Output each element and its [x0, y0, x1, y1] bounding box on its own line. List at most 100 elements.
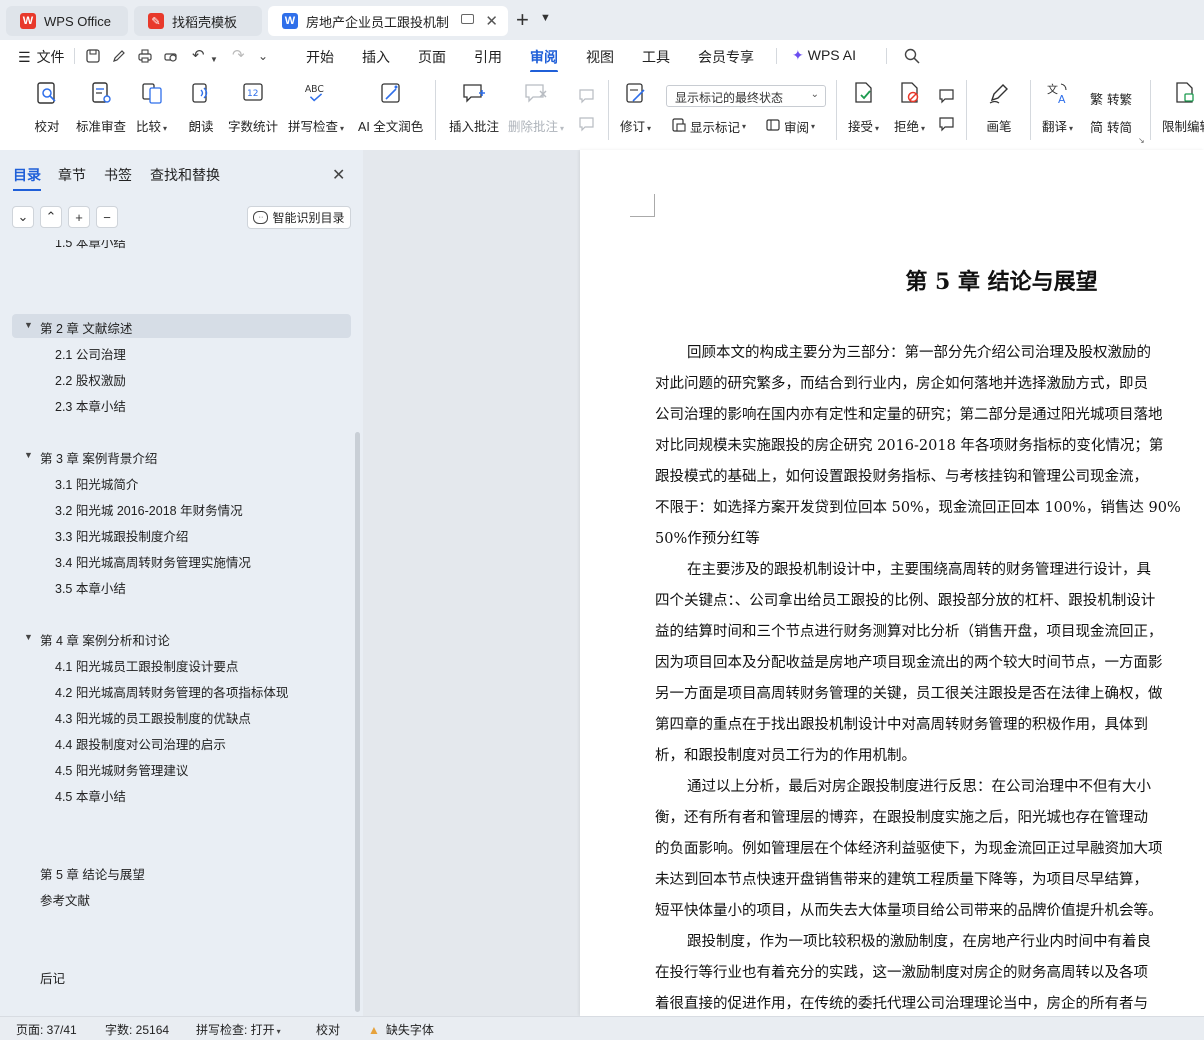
toc-item[interactable]: 后记	[40, 968, 65, 987]
nav-tab-find-replace[interactable]: 查找和替换	[150, 165, 220, 185]
menu-member[interactable]: 会员专享	[698, 47, 754, 67]
remove-heading-button[interactable]: −	[96, 206, 118, 228]
toc-item[interactable]: 4.3 阳光城的员工跟投制度的优缺点	[55, 708, 251, 727]
tab-template[interactable]: ✎ 找稻壳模板	[134, 6, 262, 36]
insert-comment-button[interactable]: 插入批注	[449, 80, 499, 135]
toc-item[interactable]: 3.4 阳光城高周转财务管理实施情况	[55, 552, 251, 571]
toc-item[interactable]: 4.1 阳光城员工跟投制度设计要点	[55, 656, 238, 675]
nav-tab-toc[interactable]: 目录	[13, 165, 41, 191]
translate-button[interactable]: 文A 翻译 ▾	[1042, 80, 1073, 135]
menu-page[interactable]: 页面	[418, 47, 446, 67]
toc-item[interactable]: 3.1 阳光城简介	[55, 474, 138, 493]
menu-reference[interactable]: 引用	[474, 47, 502, 67]
revise-button[interactable]: 修订 ▾	[620, 80, 651, 135]
search-icon[interactable]	[904, 48, 920, 64]
svg-text:A: A	[1058, 93, 1066, 105]
previous-comment-icon[interactable]	[578, 88, 596, 107]
nav-scrollbar[interactable]	[355, 432, 360, 1012]
next-comment-icon[interactable]	[578, 116, 596, 135]
ai-polish-button[interactable]: AI 全文润色	[358, 80, 423, 135]
menu-view[interactable]: 视图	[586, 47, 614, 67]
to-simplified-button[interactable]: 简 转简	[1090, 117, 1132, 136]
menu-start[interactable]: 开始	[306, 47, 334, 67]
page-indicator[interactable]: 页面: 37/41	[16, 1021, 77, 1038]
show-markup-button[interactable]: 显示标记 ▾	[672, 117, 746, 136]
chevron-down-icon[interactable]: ▼	[540, 12, 551, 24]
menu-tools[interactable]: 工具	[642, 47, 670, 67]
toc-item[interactable]: 2.2 股权激励	[55, 370, 126, 389]
toc-item[interactable]: 4.4 跟投制度对公司治理的启示	[55, 734, 226, 753]
toc-item[interactable]: 2.3 本章小结	[55, 396, 126, 415]
previous-change-icon[interactable]	[938, 88, 956, 107]
toc-item[interactable]: ▼ 第 2 章 文献综述	[24, 318, 132, 337]
accept-button[interactable]: 接受 ▾	[848, 80, 879, 135]
toc-item[interactable]: 1.5 本章小结	[55, 240, 126, 251]
edit-icon[interactable]	[112, 49, 126, 63]
smart-toc-button[interactable]: ·· 智能识别目录	[247, 206, 351, 229]
word-count-indicator[interactable]: 字数: 25164	[105, 1021, 169, 1038]
toc-item[interactable]: 4.2 阳光城高周转财务管理的各项指标体现	[55, 682, 288, 701]
proofread-button[interactable]: 校对	[34, 80, 60, 135]
expand-triangle-icon[interactable]: ▼	[24, 632, 33, 642]
missing-font-status[interactable]: ▲ 缺失字体	[368, 1021, 434, 1038]
menu-wps-ai[interactable]: ✦ WPS AI	[792, 47, 856, 64]
to-traditional-button[interactable]: 繁 转繁	[1090, 89, 1132, 108]
pen-label: 画笔	[986, 120, 1012, 134]
toc-item[interactable]: 第 5 章 结论与展望	[40, 864, 145, 883]
word-count-button[interactable]: 12 字数统计	[228, 80, 278, 135]
toc-item[interactable]: 2.1 公司治理	[55, 344, 126, 363]
spell-check-status[interactable]: 拼写检查: 打开 ▾	[196, 1021, 281, 1038]
expand-triangle-icon[interactable]: ▼	[24, 320, 33, 330]
delete-comment-button[interactable]: 删除批注 ▾	[508, 80, 564, 135]
toc-item[interactable]: 3.5 本章小结	[55, 578, 126, 597]
menu-review[interactable]: 审阅	[530, 47, 558, 73]
collapse-down-button[interactable]: ⌄	[12, 206, 34, 228]
nav-tab-sections[interactable]: 章节	[58, 165, 86, 185]
collapse-up-button[interactable]: ⌃	[40, 206, 62, 228]
pen-button[interactable]: 画笔	[986, 80, 1012, 135]
print-preview-icon[interactable]	[164, 49, 178, 63]
expand-triangle-icon[interactable]: ▼	[24, 450, 33, 460]
redo-icon[interactable]: ↷	[232, 48, 246, 63]
proof-status[interactable]: 校对	[316, 1021, 340, 1038]
print-icon[interactable]	[138, 49, 152, 63]
document-page[interactable]: 第 5 章 结论与展望 回顾本文的构成主要分为三部分：第一部分先介绍公司治理及股…	[580, 150, 1204, 1016]
menu-file[interactable]: ☰ 文件	[18, 47, 65, 67]
ribbon-expand-icon[interactable]: ↘	[1138, 136, 1145, 145]
nav-tab-bookmarks[interactable]: 书签	[104, 165, 132, 185]
toc-item[interactable]: 参考文献	[40, 890, 90, 909]
plus-icon: +	[75, 209, 83, 225]
read-aloud-button[interactable]: 朗读	[188, 80, 214, 135]
toc-item[interactable]: ▼ 第 3 章 案例背景介绍	[24, 448, 157, 467]
reject-button[interactable]: 拒绝 ▾	[894, 80, 925, 135]
new-tab-icon[interactable]: +	[516, 7, 529, 33]
markup-display-value: 显示标记的最终状态	[675, 91, 784, 105]
compare-button[interactable]: 比较 ▾	[136, 80, 167, 135]
toc-item[interactable]: 3.3 阳光城跟投制度介绍	[55, 526, 188, 545]
toc-item[interactable]: 4.5 本章小结	[55, 786, 126, 805]
toc-item[interactable]: 3.2 阳光城 2016-2018 年财务情况	[55, 500, 243, 519]
restrict-edit-button[interactable]: 限制编辑	[1162, 80, 1204, 135]
undo-icon[interactable]: ↶	[192, 48, 206, 63]
toc-item[interactable]: 4.5 阳光城财务管理建议	[55, 760, 188, 779]
revise-label: 修订 ▾	[620, 120, 652, 134]
undo-dropdown-icon[interactable]: ▼	[210, 53, 224, 67]
toc-item[interactable]: ▼ 第 4 章 案例分析和讨论	[24, 630, 170, 649]
tab-wps-home[interactable]: W WPS Office	[6, 6, 128, 36]
review-pane-icon	[766, 118, 780, 135]
paragraph-line: 50%作预分红等	[655, 531, 760, 547]
add-heading-button[interactable]: +	[68, 206, 90, 228]
close-pane-icon[interactable]: ✕	[332, 165, 345, 185]
review-pane-button[interactable]: 审阅 ▾	[766, 117, 815, 136]
next-change-icon[interactable]	[938, 116, 956, 135]
menu-insert[interactable]: 插入	[362, 47, 390, 67]
save-icon[interactable]	[86, 49, 100, 63]
spell-check-button[interactable]: ABC 拼写检查 ▾	[288, 80, 344, 135]
window-monitor-icon[interactable]	[461, 14, 474, 24]
standard-review-button[interactable]: 标准审查	[76, 80, 126, 135]
tab-document[interactable]: W 房地产企业员工跟投机制设计... ✕	[268, 6, 508, 36]
markup-display-select[interactable]: 显示标记的最终状态 ⌄	[666, 85, 826, 107]
more-chevron-icon[interactable]: ⌄	[258, 49, 272, 63]
close-tab-icon[interactable]: ✕	[485, 12, 498, 30]
magic-wand-icon	[378, 80, 404, 106]
